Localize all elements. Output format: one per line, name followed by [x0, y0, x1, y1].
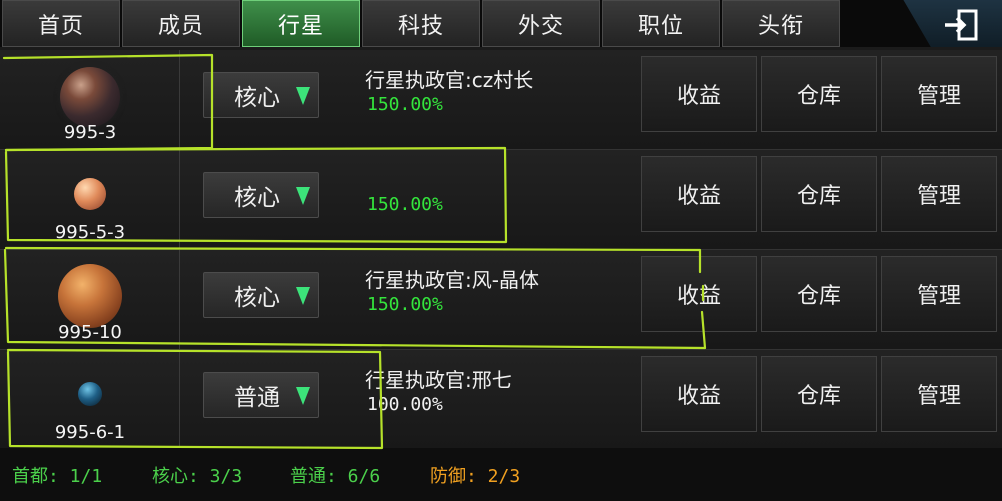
- income-button[interactable]: 收益: [641, 156, 757, 232]
- governor-label: 行星执政官:风-晶体: [365, 268, 539, 292]
- planet-name: 995-6-1: [54, 422, 126, 443]
- planet-cell[interactable]: 995-6-1: [0, 350, 180, 449]
- button-label: 收益: [676, 384, 721, 409]
- planet-image: [77, 382, 102, 406]
- tab-label: 科技: [397, 13, 444, 39]
- core-count: 核心: 3/3: [152, 466, 243, 487]
- planet-type-dropdown[interactable]: 核心: [203, 172, 319, 218]
- dropdown-arrow-icon: [296, 387, 310, 405]
- planet-image: [73, 178, 106, 210]
- planet-row: 995-3 核心 行星执政官:cz村长 150.00% 收益 仓库 管理: [0, 50, 1002, 150]
- planet-cell[interactable]: 995-3: [0, 50, 180, 149]
- governor-label: 行星执政官:邢七: [365, 368, 512, 392]
- income-button[interactable]: 收益: [641, 356, 757, 432]
- planet-stats-footer: 首都: 1/1 核心: 3/3 普通: 6/6 防御: 2/3: [0, 448, 1002, 501]
- planet-cell[interactable]: 995-10: [0, 250, 180, 349]
- storage-button[interactable]: 仓库: [761, 256, 877, 332]
- planet-name: 995-10: [58, 322, 122, 343]
- button-label: 仓库: [796, 184, 841, 209]
- planet-type-label: 核心: [234, 185, 280, 211]
- top-tab-bar: 首页 成员 行星 科技 外交 职位 头衔: [0, 0, 1002, 50]
- button-label: 收益: [676, 184, 721, 209]
- tab-diplomacy[interactable]: 外交: [482, 0, 600, 47]
- bonus-percent: 150.00%: [367, 94, 443, 115]
- manage-button[interactable]: 管理: [881, 356, 997, 432]
- tab-label: 成员: [157, 13, 204, 39]
- dropdown-arrow-icon: [296, 287, 310, 305]
- capital-count: 首都: 1/1: [12, 466, 103, 487]
- button-label: 收益: [676, 284, 721, 309]
- button-label: 仓库: [796, 84, 841, 109]
- button-label: 管理: [916, 184, 961, 209]
- income-button[interactable]: 收益: [641, 256, 757, 332]
- tab-label: 行星: [277, 13, 324, 39]
- tab-label: 首页: [37, 13, 84, 39]
- planet-cell[interactable]: 995-5-3: [0, 150, 180, 249]
- storage-button[interactable]: 仓库: [761, 356, 877, 432]
- storage-button[interactable]: 仓库: [761, 56, 877, 132]
- button-label: 管理: [916, 84, 961, 109]
- manage-button[interactable]: 管理: [881, 156, 997, 232]
- tab-planets[interactable]: 行星: [242, 0, 360, 47]
- button-label: 管理: [916, 384, 961, 409]
- planet-type-label: 核心: [234, 85, 280, 111]
- tab-tech[interactable]: 科技: [362, 0, 480, 47]
- income-button[interactable]: 收益: [641, 56, 757, 132]
- planet-image: [57, 264, 122, 328]
- bonus-percent: 150.00%: [367, 294, 443, 315]
- planet-type-label: 核心: [234, 285, 280, 311]
- button-label: 仓库: [796, 384, 841, 409]
- planet-type-dropdown[interactable]: 普通: [203, 372, 319, 418]
- planet-type-dropdown[interactable]: 核心: [203, 272, 319, 318]
- tab-members[interactable]: 成员: [122, 0, 240, 47]
- button-label: 管理: [916, 284, 961, 309]
- button-label: 仓库: [796, 284, 841, 309]
- governor-label: 行星执政官:cz村长: [365, 68, 534, 92]
- tab-label: 头衔: [757, 13, 804, 39]
- bonus-percent: 150.00%: [367, 194, 443, 215]
- manage-button[interactable]: 管理: [881, 256, 997, 332]
- bonus-percent: 100.00%: [367, 394, 443, 415]
- dropdown-arrow-icon: [296, 187, 310, 205]
- tab-home[interactable]: 首页: [2, 0, 120, 47]
- tab-positions[interactable]: 职位: [602, 0, 720, 47]
- tab-titles[interactable]: 头衔: [722, 0, 840, 47]
- planet-row: 995-10 核心 行星执政官:风-晶体 150.00% 收益 仓库 管理: [0, 250, 1002, 350]
- tab-label: 外交: [517, 13, 564, 39]
- exit-icon: [945, 9, 978, 41]
- exit-button[interactable]: [903, 0, 1002, 50]
- planet-image: [59, 67, 120, 127]
- planet-row: 995-6-1 普通 行星执政官:邢七 100.00% 收益 仓库 管理: [0, 350, 1002, 450]
- button-label: 收益: [676, 84, 721, 109]
- storage-button[interactable]: 仓库: [761, 156, 877, 232]
- planet-type-dropdown[interactable]: 核心: [203, 72, 319, 118]
- defense-count: 防御: 2/3: [430, 466, 521, 487]
- tab-label: 职位: [637, 13, 684, 39]
- normal-count: 普通: 6/6: [290, 466, 381, 487]
- manage-button[interactable]: 管理: [881, 56, 997, 132]
- planet-name: 995-5-3: [54, 222, 126, 243]
- dropdown-arrow-icon: [296, 87, 310, 105]
- planet-type-label: 普通: [234, 385, 280, 411]
- planet-name: 995-3: [63, 122, 117, 143]
- planet-row: 995-5-3 核心 150.00% 收益 仓库 管理: [0, 150, 1002, 250]
